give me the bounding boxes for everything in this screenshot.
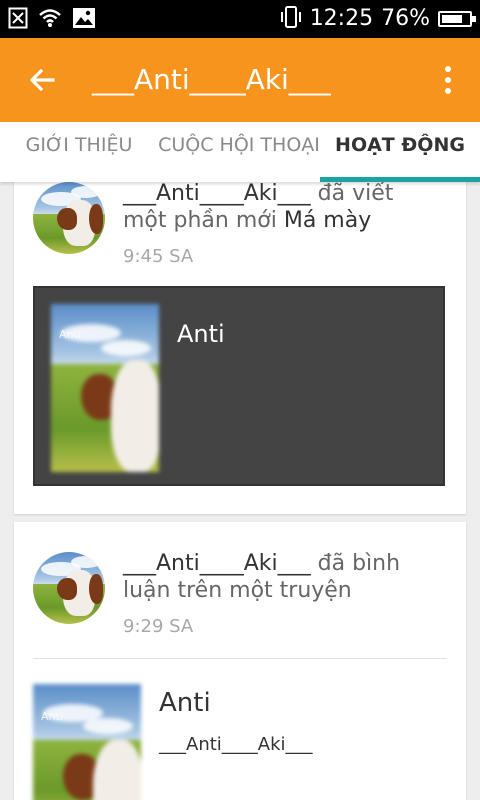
activity-user-link[interactable]: ___Anti____Aki___ <box>123 182 311 206</box>
activity-text: ___Anti____Aki___ đã viết một phần mới M… <box>123 182 443 234</box>
story-preview[interactable]: Anti Anti <box>33 286 445 486</box>
story-title[interactable]: Anti <box>159 688 211 718</box>
vibrate-icon <box>280 5 302 33</box>
story-cover[interactable] <box>33 684 141 800</box>
activity-time: 9:45 SA <box>123 246 194 267</box>
story-author[interactable]: ___Anti____Aki___ <box>159 734 313 755</box>
divider <box>33 658 447 659</box>
activity-card: ___Anti____Aki___ đã bình luận trên một … <box>14 522 466 800</box>
image-icon <box>72 7 96 33</box>
tab-bar: GIỚI THIỆU CUỘC HỘI THOẠI HOẠT ĐỘNG <box>0 122 480 182</box>
status-time: 12:25 <box>309 6 374 31</box>
cover-watermark: Anti <box>59 328 81 341</box>
active-tab-indicator <box>320 177 480 182</box>
close-box-icon <box>8 7 28 33</box>
app-bar: ___Anti____Aki___ <box>0 38 480 122</box>
avatar[interactable] <box>33 182 105 254</box>
activity-feed[interactable]: ___Anti____Aki___ đã viết một phần mới M… <box>0 182 480 800</box>
activity-user-link[interactable]: ___Anti____Aki___ <box>123 551 311 576</box>
more-vert-icon <box>445 66 451 72</box>
tab-hoat-dong[interactable]: HOẠT ĐỘNG <box>330 122 470 182</box>
status-bar: 12:25 76% <box>0 0 480 38</box>
activity-object-link[interactable]: Má mày <box>284 208 371 233</box>
tab-gioi-thieu[interactable]: GIỚI THIỆU <box>14 122 144 182</box>
arrow-back-icon <box>29 68 55 92</box>
more-options-button[interactable] <box>438 62 458 98</box>
battery-icon <box>438 11 476 27</box>
page-title: ___Anti____Aki___ <box>92 63 331 96</box>
story-title: Anti <box>177 320 225 348</box>
activity-time: 9:29 SA <box>123 616 194 637</box>
battery-percent: 76% <box>381 6 430 31</box>
wifi-icon <box>38 8 62 32</box>
cover-watermark: Anti <box>41 710 63 723</box>
activity-card: ___Anti____Aki___ đã viết một phần mới M… <box>14 182 466 514</box>
activity-text: ___Anti____Aki___ đã bình luận trên một … <box>123 550 443 604</box>
tab-cuoc-hoi-thoai[interactable]: CUỘC HỘI THOẠI <box>152 122 326 182</box>
back-button[interactable] <box>24 62 60 98</box>
avatar[interactable] <box>33 552 105 624</box>
